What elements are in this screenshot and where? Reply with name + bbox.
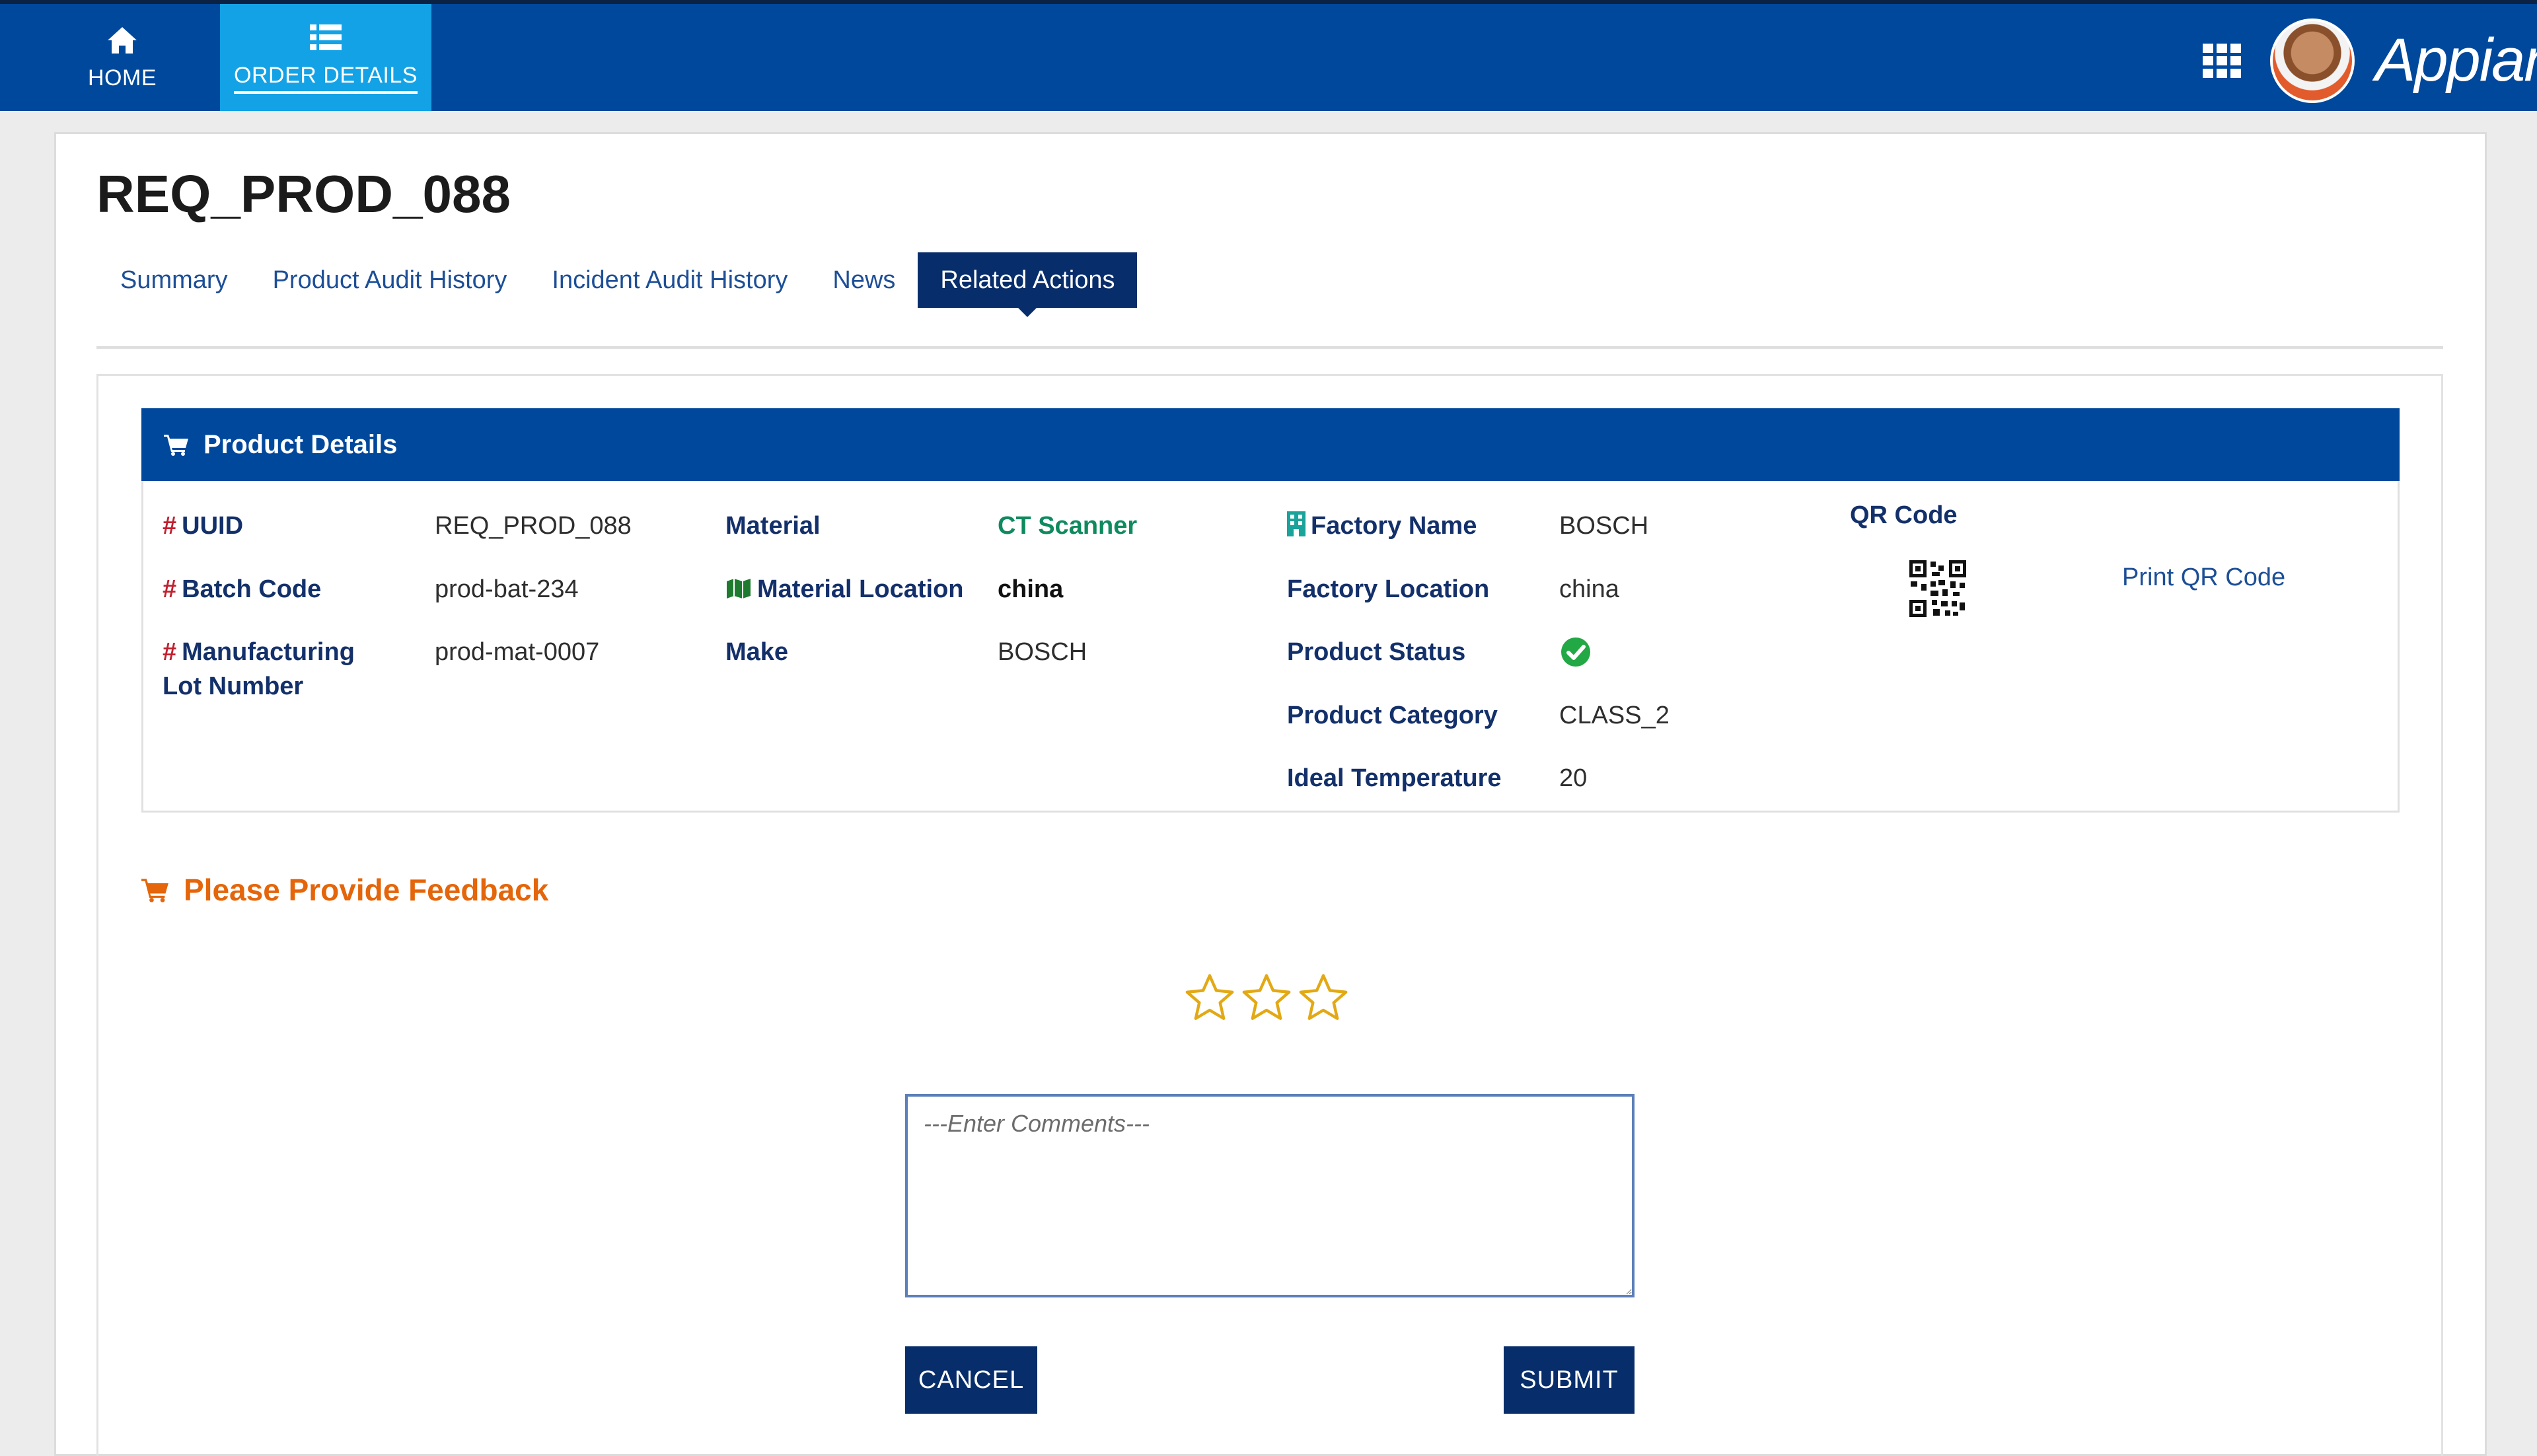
tab-product-audit-history[interactable]: Product Audit History [250,252,530,308]
list-icon [310,24,342,50]
qr-code-label: QR Code [1850,501,1958,529]
factory-name-value: BOSCH [1559,512,1649,540]
feedback-title: Please Provide Feedback [141,872,548,908]
product-details-header: Product Details [141,408,2400,481]
nav-home[interactable]: HOME [26,4,218,111]
appian-logo: Appian [2375,26,2537,94]
print-qr-code-link[interactable]: Print QR Code [2122,560,2285,595]
manufacturing-lot-label: # Manufacturing Lot Number [163,638,355,700]
nav-order-details[interactable]: ORDER DETAILS [220,4,431,111]
tab-summary[interactable]: Summary [99,252,250,308]
ideal-temperature-label: Ideal Temperature [1287,764,1502,792]
map-icon [727,579,751,599]
nav-home-label: HOME [88,65,157,91]
tab-news[interactable]: News [810,252,918,308]
hash-icon: # [163,638,177,666]
material-label: Material [725,512,821,540]
product-category-label: Product Category [1287,702,1498,729]
user-avatar[interactable] [2270,18,2355,103]
manufacturing-lot-value: prod-mat-0007 [435,638,600,666]
top-navigation-bar: HOME ORDER DETAILS Appian [0,4,2537,111]
uuid-label: # UUID [163,512,244,540]
material-location-label: Material Location [725,572,964,606]
feedback-title-text: Please Provide Feedback [184,873,549,907]
home-icon [108,26,137,54]
qr-code-icon[interactable] [1909,560,1966,617]
cancel-button[interactable]: CANCEL [905,1346,1037,1414]
batch-code-label: # Batch Code [163,575,322,603]
building-icon [1287,511,1305,536]
star-rating [1183,971,1350,1025]
make-value: BOSCH [998,638,1087,666]
factory-name-label: Factory Name [1287,509,1477,543]
tab-divider [96,346,2443,349]
tab-bar: Summary Product Audit History Incident A… [99,252,1138,317]
submit-button[interactable]: SUBMIT [1504,1346,1635,1414]
star-icon-3[interactable] [1296,971,1350,1025]
star-icon-1[interactable] [1183,971,1237,1025]
batch-code-value: prod-bat-234 [435,575,579,603]
tab-incident-audit-history[interactable]: Incident Audit History [529,252,810,308]
star-icon-2[interactable] [1239,971,1294,1025]
product-category-value: CLASS_2 [1559,702,1670,729]
check-circle-icon [1561,637,1590,667]
make-label: Make [725,638,789,666]
cart-icon [164,435,188,456]
hash-icon: # [163,512,177,540]
material-location-value: china [998,575,1064,603]
product-details-title: Product Details [203,429,398,459]
app-grid-icon[interactable] [2203,44,2241,78]
comments-textarea[interactable] [905,1094,1635,1297]
tab-related-actions[interactable]: Related Actions [918,252,1138,317]
page-title: REQ_PROD_088 [96,164,511,223]
hash-icon: # [163,575,177,603]
ideal-temperature-value: 20 [1559,764,1588,792]
cart-icon [141,879,168,902]
material-value: CT Scanner [998,512,1138,540]
nav-order-details-label: ORDER DETAILS [234,63,418,94]
uuid-value: REQ_PROD_088 [435,512,632,540]
factory-location-label: Factory Location [1287,575,1490,603]
product-status-label: Product Status [1287,638,1466,666]
factory-location-value: china [1559,575,1619,603]
